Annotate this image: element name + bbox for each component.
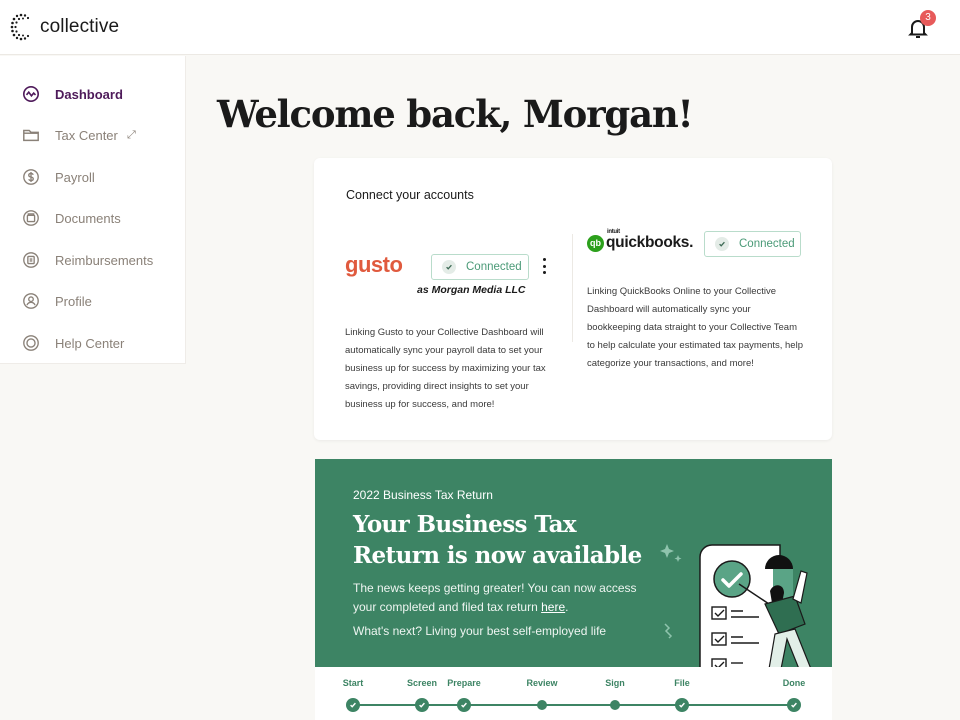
step-dot-start[interactable] (346, 698, 360, 712)
banner-text-end: . (565, 600, 569, 614)
banner-text-body: The news keeps getting greater! You can … (353, 581, 637, 614)
receipt-icon (23, 252, 39, 268)
sidebar-item-tax-center[interactable]: Tax Center ⤢ (0, 117, 186, 153)
external-link-icon: ⤢ (127, 128, 136, 141)
connect-accounts-card: Connect your accounts gusto Connected as… (314, 158, 832, 440)
step-label-sign: Sign (605, 678, 625, 688)
step-label-file: File (674, 678, 690, 688)
top-bar: collective 3 (0, 0, 960, 55)
step-dot-file[interactable] (675, 698, 689, 712)
check-icon (715, 237, 729, 251)
app-logo[interactable]: collective (10, 12, 119, 42)
collective-logo-icon (10, 13, 30, 41)
sidebar: Dashboard Tax Center ⤢ Payroll Documents… (0, 56, 186, 364)
step-label-review: Review (526, 678, 558, 688)
check-icon (679, 702, 685, 708)
quickbooks-logo: qb intuit quickbooks. (587, 229, 694, 252)
connected-label: Connected (466, 261, 522, 273)
activity-icon (22, 85, 40, 103)
divider (572, 234, 573, 342)
sidebar-item-label: Dashboard (55, 86, 123, 102)
check-icon (442, 260, 456, 274)
banner-title: Your Business Tax Return is now availabl… (353, 511, 642, 569)
dollar-icon (23, 169, 39, 185)
documents-icon (23, 210, 39, 226)
check-icon (350, 702, 356, 708)
check-icon (461, 702, 467, 708)
sidebar-item-label: Payroll (55, 169, 95, 185)
sidebar-item-reimbursements[interactable]: Reimbursements (0, 242, 186, 278)
tax-return-illustration (660, 544, 811, 667)
tax-progress-tracker: Start Screen Prepare Review Sign File Done (315, 667, 832, 720)
check-icon (419, 702, 425, 708)
sidebar-item-payroll[interactable]: Payroll (0, 159, 186, 195)
step-label-start: Start (342, 678, 364, 688)
banner-text: The news keeps getting greater! You can … (353, 579, 643, 617)
lifebuoy-icon (23, 335, 39, 351)
step-dot-sign[interactable] (610, 700, 620, 710)
card-title: Connect your accounts (346, 188, 474, 202)
user-icon (23, 293, 39, 309)
tax-return-link[interactable]: here (541, 600, 565, 614)
gusto-connected-button[interactable]: Connected (431, 254, 529, 280)
quickbooks-wordmark: quickbooks. (606, 234, 694, 251)
sidebar-item-profile[interactable]: Profile (0, 283, 186, 319)
banner-next-text: What's next? Living your best self-emplo… (353, 624, 607, 638)
step-dot-screen[interactable] (415, 698, 429, 712)
step-label-done: Done (782, 678, 806, 688)
sidebar-item-label: Tax Center (55, 127, 118, 143)
app-name: collective (40, 16, 120, 37)
quickbooks-connected-button[interactable]: Connected (704, 231, 801, 257)
sidebar-item-label: Help Center (55, 335, 125, 351)
banner-kicker: 2022 Business Tax Return (353, 488, 493, 502)
step-label-screen: Screen (406, 678, 438, 688)
sidebar-item-label: Documents (55, 210, 121, 226)
step-label-prepare: Prepare (447, 678, 481, 688)
step-dot-review[interactable] (537, 700, 547, 710)
gusto-logo: gusto (345, 252, 403, 277)
gusto-company-name: as Morgan Media LLC (417, 284, 526, 296)
connected-label: Connected (739, 238, 795, 250)
sidebar-item-label: Profile (55, 293, 92, 309)
intuit-label: intuit (607, 229, 620, 235)
sidebar-item-documents[interactable]: Documents (0, 200, 186, 236)
quickbooks-mark-icon: qb (587, 234, 604, 252)
step-dot-done[interactable] (787, 698, 801, 712)
sidebar-item-dashboard[interactable]: Dashboard (0, 76, 186, 112)
sidebar-item-help-center[interactable]: Help Center (0, 325, 186, 361)
tax-return-banner: 2022 Business Tax Return Your Business T… (315, 459, 832, 667)
quickbooks-description: Linking QuickBooks Online to your Collec… (587, 286, 803, 369)
check-icon (791, 702, 797, 708)
sidebar-item-label: Reimbursements (55, 252, 154, 268)
folder-icon (23, 129, 39, 142)
gusto-description: Linking Gusto to your Collective Dashboa… (345, 327, 546, 410)
page-title: Welcome back, Morgan! (217, 92, 694, 136)
more-options-icon[interactable] (540, 258, 548, 274)
step-dot-prepare[interactable] (457, 698, 471, 712)
notification-badge: 3 (920, 10, 936, 26)
